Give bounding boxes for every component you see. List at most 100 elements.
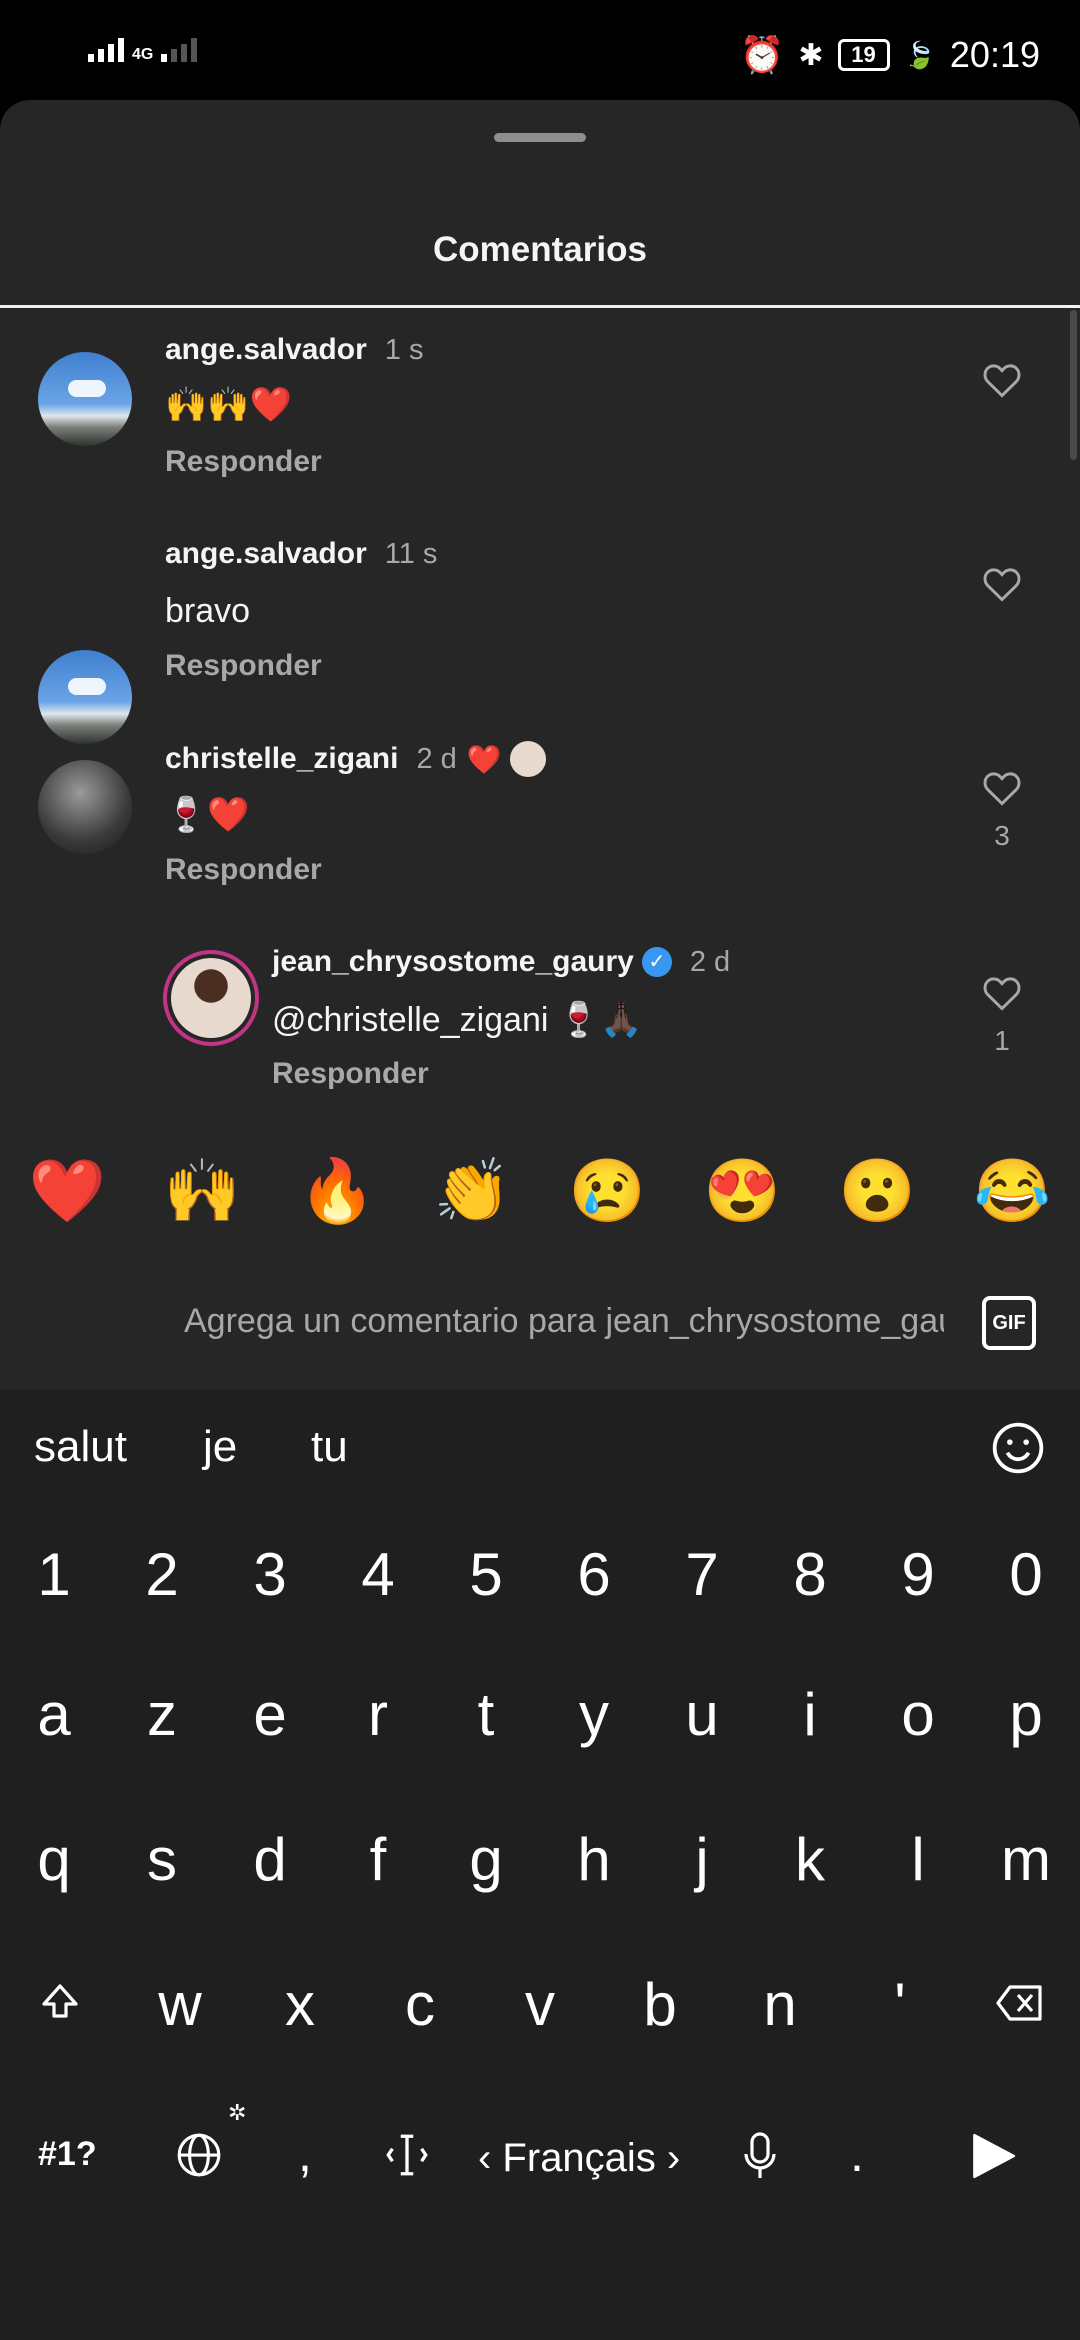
- creator-avatar: [509, 741, 546, 777]
- reply-button[interactable]: Responder: [165, 853, 322, 887]
- status-right: ⏰ ✱ 19 🍃 20:19: [740, 34, 1040, 76]
- like-heart-icon[interactable]: [982, 362, 1022, 398]
- key[interactable]: w: [130, 1970, 230, 2040]
- avatar[interactable]: [163, 950, 259, 1046]
- key[interactable]: d: [220, 1825, 320, 1894]
- key[interactable]: ': [850, 1970, 950, 2040]
- avatar[interactable]: [38, 650, 132, 744]
- reply-button[interactable]: Responder: [165, 649, 322, 683]
- comment-input[interactable]: Agrega un comentario para jean_chrysosto…: [184, 1302, 944, 1341]
- like-heart-icon[interactable]: [982, 566, 1022, 602]
- suggestion-item[interactable]: je: [203, 1422, 237, 1472]
- comment-time: 1 s: [384, 334, 424, 366]
- key[interactable]: 3: [220, 1540, 320, 1609]
- avatar[interactable]: [38, 760, 132, 854]
- key[interactable]: g: [436, 1825, 536, 1894]
- globe-key-icon[interactable]: [174, 2130, 224, 2190]
- key[interactable]: m: [976, 1825, 1076, 1894]
- emoji-heart-eyes-button[interactable]: 😍: [704, 1155, 781, 1228]
- key[interactable]: 5: [436, 1540, 536, 1609]
- backspace-key-icon[interactable]: [970, 1970, 1070, 2040]
- key[interactable]: a: [4, 1680, 104, 1749]
- comma-key[interactable]: ,: [298, 2125, 312, 2183]
- key[interactable]: p: [976, 1680, 1076, 1749]
- like-count: 3: [994, 820, 1010, 851]
- key[interactable]: r: [328, 1680, 428, 1749]
- bluetooth-icon: ✱: [798, 38, 824, 72]
- comment-header: ange.salvador 11 s: [165, 537, 437, 571]
- key[interactable]: 1: [4, 1540, 104, 1609]
- key[interactable]: x: [250, 1970, 350, 2040]
- emoji-fire-button[interactable]: 🔥: [299, 1155, 376, 1228]
- key[interactable]: j: [652, 1825, 752, 1894]
- status-bar: 4G ⏰ ✱ 19 🍃 20:19: [0, 0, 1080, 100]
- comment-username[interactable]: ange.salvador: [165, 333, 367, 366]
- signal-icon-secondary: [161, 38, 198, 62]
- emoji-surprised-button[interactable]: 😮: [839, 1155, 916, 1228]
- key[interactable]: 6: [544, 1540, 644, 1609]
- key[interactable]: e: [220, 1680, 320, 1749]
- key[interactable]: u: [652, 1680, 752, 1749]
- language-space-key[interactable]: ‹ Français ›: [478, 2136, 680, 2181]
- letter-row-1: a z e r t y u i o p: [0, 1680, 1080, 1749]
- comment-text: bravo: [165, 592, 251, 630]
- emoji-crying-button[interactable]: 😢: [569, 1155, 646, 1228]
- battery-icon: 19: [837, 39, 890, 71]
- comment-text: 🙌🙌❤️: [165, 386, 293, 424]
- emoji-clap-button[interactable]: 👏: [434, 1155, 511, 1228]
- gif-button[interactable]: GIF: [982, 1296, 1036, 1350]
- emoji-heart-button[interactable]: ❤️: [29, 1155, 106, 1228]
- suggestion-item[interactable]: tu: [311, 1422, 348, 1472]
- key[interactable]: 2: [112, 1540, 212, 1609]
- key[interactable]: 8: [760, 1540, 860, 1609]
- key[interactable]: z: [112, 1680, 212, 1749]
- reply-button[interactable]: Responder: [165, 445, 322, 479]
- shift-key-icon[interactable]: [10, 1970, 110, 2040]
- key[interactable]: f: [328, 1825, 428, 1894]
- key[interactable]: 4: [328, 1540, 428, 1609]
- key[interactable]: c: [370, 1970, 470, 2040]
- key[interactable]: 7: [652, 1540, 752, 1609]
- sheet-title: Comentarios: [433, 230, 647, 269]
- microphone-key-icon[interactable]: [740, 2130, 780, 2192]
- symbols-key[interactable]: #1?: [38, 2135, 97, 2174]
- period-key[interactable]: .: [850, 2125, 864, 2183]
- cursor-key-icon[interactable]: [385, 2130, 429, 2190]
- verified-badge-icon: ✓: [641, 947, 672, 977]
- like-heart-icon[interactable]: [982, 770, 1022, 806]
- signal-icon: [88, 38, 124, 62]
- send-key-icon[interactable]: [965, 2128, 1021, 2194]
- key[interactable]: 0: [976, 1540, 1076, 1609]
- comment-header: christelle_zigani 2 d ❤️: [165, 741, 546, 777]
- key[interactable]: k: [760, 1825, 860, 1894]
- comment-time: 11 s: [384, 538, 438, 570]
- key[interactable]: v: [490, 1970, 590, 2040]
- avatar[interactable]: [38, 352, 132, 446]
- emoji-raised-hands-button[interactable]: 🙌: [164, 1155, 241, 1228]
- emoji-keyboard-icon[interactable]: [990, 1420, 1046, 1481]
- keyboard: salut je tu 1 2 3 4 5 6 7 8 9 0 a z e r …: [0, 1390, 1080, 2340]
- emoji-laughing-button[interactable]: 😂: [974, 1155, 1051, 1228]
- scrollbar[interactable]: [1070, 310, 1077, 460]
- suggestion-item[interactable]: salut: [34, 1422, 127, 1472]
- key[interactable]: y: [544, 1680, 644, 1749]
- alarm-icon: ⏰: [739, 34, 785, 75]
- key[interactable]: s: [112, 1825, 212, 1894]
- key[interactable]: b: [610, 1970, 710, 2040]
- comment-header: jean_chrysostome_gaury ✓ 2 d: [272, 945, 730, 979]
- comment-username[interactable]: jean_chrysostome_gaury: [272, 945, 634, 979]
- like-heart-icon[interactable]: [982, 975, 1022, 1011]
- key[interactable]: n: [730, 1970, 830, 2040]
- key[interactable]: i: [760, 1680, 860, 1749]
- drag-handle[interactable]: [494, 133, 586, 142]
- reply-button[interactable]: Responder: [272, 1057, 429, 1091]
- key[interactable]: h: [544, 1825, 644, 1894]
- comment-time: 2 d: [689, 945, 731, 978]
- comment-username[interactable]: christelle_zigani: [165, 742, 398, 776]
- key[interactable]: 9: [868, 1540, 968, 1609]
- key[interactable]: t: [436, 1680, 536, 1749]
- comment-username[interactable]: ange.salvador: [165, 537, 367, 570]
- key[interactable]: q: [4, 1825, 104, 1894]
- key[interactable]: o: [868, 1680, 968, 1749]
- key[interactable]: l: [868, 1825, 968, 1894]
